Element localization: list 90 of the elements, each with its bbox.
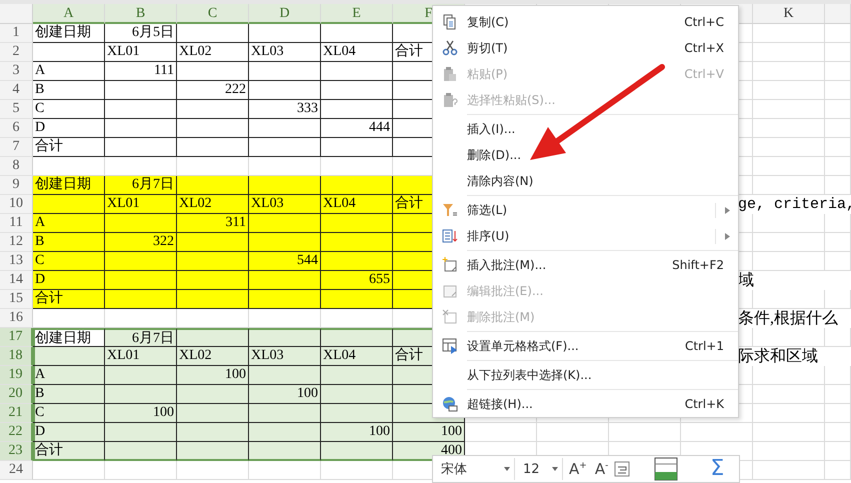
row-header[interactable]: 20 [0,385,33,404]
row-header[interactable]: 6 [0,119,33,138]
column-header[interactable]: K [753,4,825,24]
cell-text: 域 [738,272,754,289]
cell-text: 条件,根据什么 [738,310,838,327]
table-cell: XL01 [105,43,177,62]
table-cell: 合计 [33,442,105,461]
table-cell: A [33,366,105,385]
table-cell: 100 [105,404,177,423]
row-header[interactable]: 8 [0,157,33,176]
column-header[interactable]: D [249,4,321,24]
decrease-font-button[interactable]: A$^{-}$ [592,460,610,478]
table-cell: D [33,119,105,138]
table-cell: 333 [249,100,321,119]
table-cell: 6月5日 [105,24,177,43]
row-header[interactable]: 18 [0,347,33,366]
increase-font-button[interactable]: A$^{+}$ [567,460,589,478]
row-header[interactable]: 3 [0,62,33,81]
row-header[interactable]: 22 [0,423,33,442]
cell-text: ge, criteria, [738,196,851,213]
table-cell: 100 [177,366,249,385]
table-cell: XL03 [249,43,321,62]
table-cell: XL02 [177,195,249,214]
row-header[interactable]: 16 [0,309,33,328]
table-cell: 311 [177,214,249,233]
menu-item[interactable]: 超链接(H)... Ctrl+K [433,391,738,417]
table-cell: XL01 [105,347,177,366]
table-cell: D [33,423,105,442]
table-cell: XL02 [177,347,249,366]
table-cell: XL04 [321,195,393,214]
table-cell: B [33,385,105,404]
row-header[interactable]: 19 [0,366,33,385]
row-header[interactable]: 10 [0,195,33,214]
row-header[interactable]: 4 [0,81,33,100]
table-cell: 合计 [33,138,105,157]
table-cell: 222 [177,81,249,100]
table-cell: XL04 [321,43,393,62]
table-cell: 100 [393,423,465,442]
row-header[interactable]: 9 [0,176,33,195]
row-header[interactable]: 2 [0,43,33,62]
row-header[interactable]: 17 [0,328,33,347]
table-cell: A [33,62,105,81]
row-header[interactable]: 21 [0,404,33,423]
row-header[interactable]: 1 [0,24,33,43]
row-header[interactable]: 12 [0,233,33,252]
row-header[interactable]: 24 [0,461,33,480]
menu-item[interactable]: 排序(U) [433,223,738,249]
table-cell: 655 [321,271,393,290]
row-header[interactable]: 14 [0,271,33,290]
row-header[interactable]: 23 [0,442,33,461]
row-header[interactable]: 11 [0,214,33,233]
table-cell: C [33,404,105,423]
table-cell: C [33,252,105,271]
table-cell: 6月7日 [105,176,177,195]
table-cell: B [33,81,105,100]
column-header[interactable]: B [105,4,177,24]
menu-item[interactable]: 清除内容(N) [433,168,738,194]
row-header[interactable]: 15 [0,290,33,309]
table-cell: XL04 [321,347,393,366]
table-cell: D [33,271,105,290]
column-header[interactable]: A [33,4,105,24]
table-cell: 111 [105,62,177,81]
cell-text: 际求和区域 [738,348,818,365]
menu-item[interactable]: 插入(I)... [433,116,738,142]
table-cell: 100 [321,423,393,442]
table-cell: XL03 [249,195,321,214]
table-cell: C [33,100,105,119]
font-size-dropdown[interactable]: 12 [519,458,563,480]
table-cell: XL03 [249,347,321,366]
table-cell: 创建日期 [33,24,105,43]
column-header[interactable]: C [177,4,249,24]
row-header[interactable]: 5 [0,100,33,119]
table-cell: B [33,233,105,252]
row-header[interactable]: 7 [0,138,33,157]
table-cell: 合计 [33,290,105,309]
table-cell: 6月7日 [105,328,177,347]
table-cell: 创建日期 [33,176,105,195]
table-cell: 100 [249,385,321,404]
table-cell: 创建日期 [33,328,105,347]
table-cell: A [33,214,105,233]
menu-item[interactable]: 删除(D)... [433,142,738,168]
table-cell: 544 [249,252,321,271]
row-header[interactable]: 13 [0,252,33,271]
table-cell: 322 [105,233,177,252]
table-cell: XL01 [105,195,177,214]
table-cell: 444 [321,119,393,138]
table-cell: XL02 [177,43,249,62]
sum-button[interactable]: Σ [710,456,724,482]
menu-item[interactable]: 插入批注(M)... Shift+F2 [433,252,738,278]
column-header[interactable]: E [321,4,393,24]
